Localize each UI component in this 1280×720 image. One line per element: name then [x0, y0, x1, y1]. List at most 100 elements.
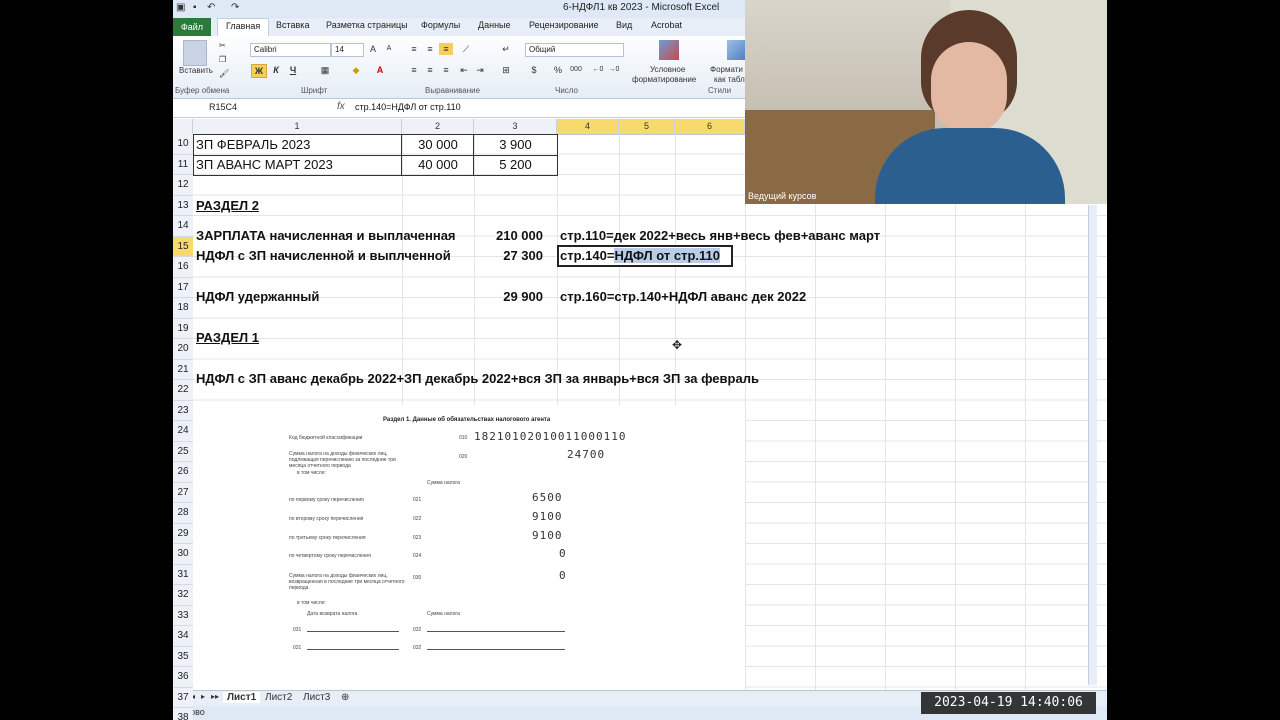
row-header[interactable]: 35: [173, 646, 193, 667]
cell-r14c1[interactable]: ЗАРПЛАТА начисленная и выплаченная: [196, 226, 456, 246]
conditional-format-icon[interactable]: [659, 40, 679, 60]
cell-r21c1[interactable]: НДФЛ с ЗП аванс декабрь 2022+ЗП декабрь …: [196, 369, 759, 389]
row-header[interactable]: 19: [173, 318, 193, 339]
paste-icon[interactable]: [183, 40, 207, 66]
row-header[interactable]: 23: [173, 400, 193, 421]
row-header[interactable]: 12: [173, 175, 193, 196]
row-header[interactable]: 15: [173, 236, 193, 257]
cell-r17c4[interactable]: стр.160=стр.140+НДФЛ аванс дек 2022: [560, 287, 806, 307]
conditional-format-label-1[interactable]: Условное: [650, 65, 685, 74]
cell-r11c3[interactable]: 5 200: [474, 155, 557, 175]
indent-decrease-icon[interactable]: ⇤: [457, 64, 471, 76]
row-header[interactable]: 20: [173, 339, 193, 360]
row-header[interactable]: 30: [173, 544, 193, 565]
conditional-format-label-2[interactable]: форматирование: [632, 75, 696, 84]
insert-sheet-icon[interactable]: ⊕: [341, 692, 349, 703]
row-header[interactable]: 17: [173, 277, 193, 298]
cell-r11c2[interactable]: 40 000: [402, 155, 474, 175]
column-header-5[interactable]: 5: [619, 119, 675, 134]
select-all-corner[interactable]: [173, 119, 193, 134]
tab-view[interactable]: Вид: [616, 20, 632, 30]
row-header[interactable]: 31: [173, 564, 193, 585]
formula-input[interactable]: стр.140=НДФЛ от стр.110: [355, 102, 461, 112]
column-header-4[interactable]: 4: [557, 119, 619, 134]
row-header[interactable]: 32: [173, 585, 193, 606]
row-header[interactable]: 11: [173, 154, 193, 175]
tab-review[interactable]: Рецензирование: [529, 20, 599, 30]
copy-icon[interactable]: ❐: [219, 55, 226, 64]
row-header[interactable]: 14: [173, 216, 193, 237]
font-size-select[interactable]: 14: [331, 43, 364, 57]
row-header[interactable]: 29: [173, 523, 193, 544]
paste-button[interactable]: Вставить: [179, 66, 213, 75]
last-sheet-icon[interactable]: ▸▸: [211, 692, 219, 701]
row-header[interactable]: 18: [173, 298, 193, 319]
format-as-table-icon[interactable]: [727, 40, 747, 60]
font-name-select[interactable]: Calibri: [250, 43, 331, 57]
cell-r10c3[interactable]: 3 900: [474, 135, 557, 155]
cell-r11c1[interactable]: ЗП АВАНС МАРТ 2023: [196, 155, 333, 175]
cell-r10c2[interactable]: 30 000: [402, 135, 474, 155]
cell-r13c1[interactable]: РАЗДЕЛ 2: [196, 196, 259, 216]
underline-button[interactable]: Ч: [286, 64, 300, 76]
tab-file[interactable]: Файл: [173, 18, 211, 36]
align-left-icon[interactable]: ≡: [407, 64, 421, 76]
cell-r17c1[interactable]: НДФЛ удержанный: [196, 287, 319, 307]
row-header[interactable]: 27: [173, 482, 193, 503]
increase-decimal-icon[interactable]: ←0: [591, 64, 605, 76]
currency-icon[interactable]: $: [527, 64, 541, 76]
column-header-1[interactable]: 1: [193, 119, 402, 134]
row-header[interactable]: 10: [173, 134, 193, 155]
column-header-6[interactable]: 6: [675, 119, 745, 134]
grow-font-icon[interactable]: A: [366, 43, 380, 55]
merge-cells-icon[interactable]: ⊞: [499, 64, 513, 76]
cut-icon[interactable]: ✂: [219, 41, 226, 50]
row-header[interactable]: 16: [173, 257, 193, 278]
row-header[interactable]: 24: [173, 421, 193, 442]
tab-acrobat[interactable]: Acrobat: [651, 20, 682, 30]
format-painter-icon[interactable]: 🖌: [219, 69, 229, 78]
row-header[interactable]: 26: [173, 462, 193, 483]
number-format-select[interactable]: Общий: [525, 43, 624, 57]
align-top-icon[interactable]: ≡: [407, 43, 421, 55]
cell-r15c3[interactable]: 27 300: [474, 246, 543, 266]
align-right-icon[interactable]: ≡: [439, 64, 453, 76]
format-table-label-1[interactable]: Формати: [710, 65, 743, 74]
row-header[interactable]: 25: [173, 441, 193, 462]
font-color-icon[interactable]: A: [373, 64, 387, 76]
fill-color-icon[interactable]: ◆: [349, 64, 363, 76]
row-header[interactable]: 33: [173, 605, 193, 626]
cell-r14c4[interactable]: стр.110=дек 2022+весь янв+весь фев+аванс…: [560, 226, 880, 246]
align-middle-icon[interactable]: ≡: [423, 43, 437, 55]
row-header[interactable]: 37: [173, 687, 193, 708]
align-center-icon[interactable]: ≡: [423, 64, 437, 76]
sheet-tab-1[interactable]: Лист1: [223, 692, 261, 703]
percent-button[interactable]: %: [551, 64, 565, 76]
shrink-font-icon[interactable]: A: [382, 43, 396, 55]
bold-button[interactable]: Ж: [251, 64, 267, 78]
column-header-3[interactable]: 3: [474, 119, 557, 134]
undo-icon[interactable]: ↶: [207, 2, 215, 13]
vertical-scrollbar[interactable]: [1088, 205, 1097, 685]
row-header[interactable]: 28: [173, 503, 193, 524]
row-header[interactable]: 36: [173, 667, 193, 688]
next-sheet-icon[interactable]: ▸: [201, 692, 205, 701]
cell-r19c1[interactable]: РАЗДЕЛ 1: [196, 328, 259, 348]
column-header-2[interactable]: 2: [402, 119, 474, 134]
thousands-button[interactable]: 000: [567, 64, 585, 76]
cell-r15c1[interactable]: НДФЛ с ЗП начисленной и выплченной: [196, 246, 451, 266]
tab-page-layout[interactable]: Разметка страницы: [326, 20, 408, 30]
row-header[interactable]: 38: [173, 708, 193, 720]
sheet-tab-3[interactable]: Лист3: [303, 692, 330, 703]
orientation-icon[interactable]: ⟋: [459, 43, 473, 55]
decrease-decimal-icon[interactable]: →0: [607, 64, 621, 76]
cell-r14c3[interactable]: 210 000: [474, 226, 543, 246]
redo-icon[interactable]: ↷: [231, 2, 239, 13]
sheet-tab-2[interactable]: Лист2: [265, 692, 292, 703]
tab-formulas[interactable]: Формулы: [421, 20, 460, 30]
cell-r17c3[interactable]: 29 900: [474, 287, 543, 307]
row-header[interactable]: 34: [173, 626, 193, 647]
row-header[interactable]: 22: [173, 380, 193, 401]
cell-r10c1[interactable]: ЗП ФЕВРАЛЬ 2023: [196, 135, 310, 155]
tab-data[interactable]: Данные: [478, 20, 511, 30]
